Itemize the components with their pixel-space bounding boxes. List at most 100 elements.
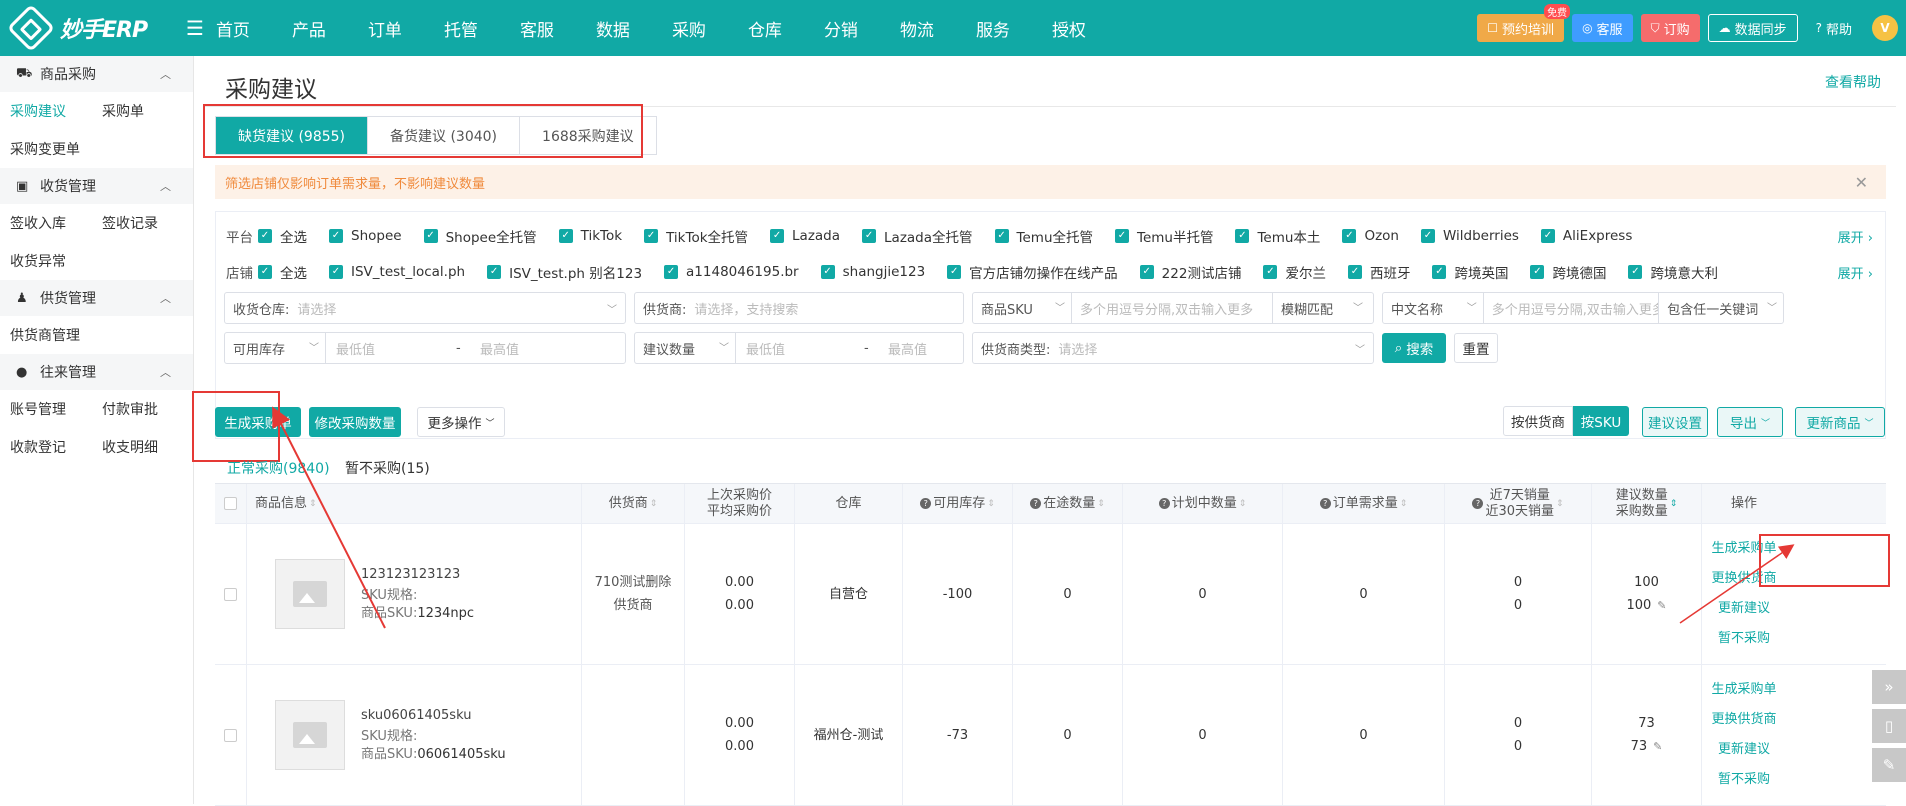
store-checkbox[interactable]: ✓ 222测试店铺 <box>1139 262 1241 282</box>
sku-type-select[interactable]: 商品SKU ﹀ <box>973 299 1071 318</box>
platform-checkbox[interactable]: ✓ Ozon <box>1342 228 1399 244</box>
order-button[interactable]: ⛉ 订购 <box>1640 14 1700 42</box>
platform-checkbox[interactable]: ✓ Lazada <box>770 228 840 244</box>
store-checkbox[interactable]: ✓ ISV_test.ph 别名123 <box>487 262 642 282</box>
col-transit[interactable]: ? 在途数量 ⇕ <box>1013 484 1123 523</box>
row-checkbox[interactable] <box>224 728 237 742</box>
search-button[interactable]: ⌕ 搜索 <box>1382 333 1446 363</box>
sidebar-item[interactable]: 采购变更单 <box>0 139 92 159</box>
group-by-sku-button[interactable]: 按SKU <box>1573 406 1629 436</box>
view-help-link[interactable]: 查看帮助 <box>1825 72 1881 92</box>
tab-normal-purchase[interactable]: 正常采购(9840) <box>227 458 330 486</box>
feedback-icon[interactable]: ✎ <box>1872 748 1906 782</box>
platform-checkbox[interactable]: ✓ Shopee <box>329 228 402 244</box>
reset-button[interactable]: 重置 <box>1454 333 1498 363</box>
edit-icon[interactable]: ✎ <box>1653 740 1662 753</box>
chevron-up-icon[interactable]: ︿ <box>160 290 171 306</box>
sidebar-group-3[interactable]: ● 往来管理 ︿ <box>0 354 193 390</box>
platform-checkbox[interactable]: ✓ Wildberries <box>1420 228 1519 244</box>
training-button[interactable]: ☐ 预约培训 免费 <box>1477 4 1571 42</box>
store-checkbox[interactable]: ✓ shangjie123 <box>820 264 925 280</box>
sidebar-item[interactable]: 收货异常 <box>0 251 92 271</box>
sidebar-group-2[interactable]: ♟ 供货管理 ︿ <box>0 280 193 316</box>
name-search-field[interactable]: 中文名称 ﹀ 多个用逗号分隔,双击输入更多 包含任一关键词 ﹀ <box>1382 292 1784 324</box>
sidebar-item[interactable]: 采购建议 <box>0 101 92 121</box>
nav-item-10[interactable]: 服务 <box>976 16 1010 41</box>
row-op-1[interactable]: 更换供货商 <box>1711 705 1776 735</box>
sidebar-group-1[interactable]: ▣ 收货管理 ︿ <box>0 168 193 204</box>
tab-paused-purchase[interactable]: 暂不采购(15) <box>345 458 430 478</box>
platform-checkbox[interactable]: ✓ Temu半托管 <box>1115 226 1213 246</box>
stock-min-input[interactable]: 最低值 <box>326 339 456 358</box>
close-icon[interactable]: ✕ <box>1855 173 1868 192</box>
name-type-select[interactable]: 中文名称 ﹀ <box>1383 299 1483 318</box>
sku-search-field[interactable]: 商品SKU ﹀ 多个用逗号分隔,双击输入更多 模糊匹配 ﹀ <box>972 292 1374 324</box>
sidebar-item[interactable]: 收支明细 <box>92 437 184 457</box>
row-op-0[interactable]: 生成采购单 <box>1711 675 1776 705</box>
qty-type-select[interactable]: 建议数量 ﹀ <box>635 339 735 358</box>
platform-checkbox[interactable]: ✓ Temu全托管 <box>994 226 1093 246</box>
supplier-select[interactable]: 供货商: 请选择，支持搜索 <box>634 292 964 324</box>
chevron-up-icon[interactable]: ︿ <box>160 364 171 380</box>
update-products-button[interactable]: 更新商品 ﹀ <box>1795 407 1885 437</box>
store-checkbox[interactable]: ✓ 跨境英国 <box>1432 262 1508 282</box>
keyword-mode-select[interactable]: 包含任一关键词 ﹀ <box>1659 299 1783 318</box>
warehouse-select[interactable]: 收货仓库: 请选择 ﹀ <box>224 292 626 324</box>
menu-toggle-icon[interactable]: ☰ <box>186 16 204 40</box>
supplier-type-select[interactable]: 供货商类型: 请选择 ﹀ <box>972 332 1374 364</box>
store-checkbox[interactable]: ✓ 跨境德国 <box>1530 262 1606 282</box>
name-input[interactable]: 多个用逗号分隔,双击输入更多 <box>1484 299 1659 318</box>
stock-max-input[interactable]: 最高值 <box>480 339 600 358</box>
qty-min-input[interactable]: 最低值 <box>736 339 864 358</box>
sidebar-item[interactable]: 收款登记 <box>0 437 92 457</box>
store-checkbox[interactable]: ✓ ISV_test_local.ph <box>329 264 465 280</box>
nav-item-7[interactable]: 仓库 <box>748 16 782 41</box>
nav-item-1[interactable]: 产品 <box>292 16 326 41</box>
expand-stores-link[interactable]: 展开 › <box>1838 263 1873 282</box>
sidebar-item[interactable]: 签收记录 <box>92 213 184 233</box>
col-stock[interactable]: ? 可用库存 ⇕ <box>903 484 1013 523</box>
chevron-up-icon[interactable]: ︿ <box>160 178 171 194</box>
help-button[interactable]: ? 帮助 <box>1806 14 1862 42</box>
sidebar-item[interactable]: 采购单 <box>92 101 184 121</box>
collapse-icon[interactable]: » <box>1872 670 1906 704</box>
platform-checkbox[interactable]: ✓ TikTok <box>558 228 622 244</box>
service-button[interactable]: ◎ 客服 <box>1572 14 1633 42</box>
suggestion-settings-button[interactable]: 建议设置 <box>1642 407 1708 437</box>
sidebar-group-0[interactable]: ⛟ 商品采购 ︿ <box>0 56 193 92</box>
group-by-supplier-button[interactable]: 按供货商 <box>1503 406 1573 436</box>
match-mode-select[interactable]: 模糊匹配 ﹀ <box>1273 299 1369 318</box>
qty-range-field[interactable]: 建议数量 ﹀ 最低值 - 最高值 <box>634 332 964 364</box>
nav-item-11[interactable]: 授权 <box>1052 16 1086 41</box>
platform-checkbox[interactable]: ✓ Lazada全托管 <box>862 226 973 246</box>
nav-item-6[interactable]: 采购 <box>672 16 706 41</box>
nav-item-2[interactable]: 订单 <box>368 16 402 41</box>
purchase-qty[interactable]: 100 <box>1626 598 1651 613</box>
nav-item-0[interactable]: 首页 <box>216 16 250 41</box>
nav-item-8[interactable]: 分销 <box>824 16 858 41</box>
sidebar-item[interactable]: 签收入库 <box>0 213 92 233</box>
logo[interactable]: 妙手ERP <box>6 3 164 53</box>
stock-range-field[interactable]: 可用库存 ﹀ 最低值 - 最高值 <box>224 332 626 364</box>
stock-type-select[interactable]: 可用库存 ﹀ <box>225 339 325 358</box>
store-checkbox[interactable]: ✓ 爱尔兰 <box>1263 262 1326 282</box>
col-demand[interactable]: ? 订单需求量 ⇕ <box>1283 484 1445 523</box>
export-button[interactable]: 导出 ﹀ <box>1717 407 1783 437</box>
expand-platforms-link[interactable]: 展开 › <box>1838 227 1873 246</box>
row-op-3[interactable]: 暂不采购 <box>1718 624 1770 654</box>
chevron-up-icon[interactable]: ︿ <box>160 66 171 82</box>
col-qty[interactable]: 建议数量 采购数量 ⇕ <box>1592 484 1702 523</box>
avatar[interactable]: V <box>1872 15 1898 41</box>
platform-checkbox[interactable]: ✓ AliExpress <box>1540 228 1632 244</box>
col-supplier[interactable]: 供货商 ⇕ <box>582 484 685 523</box>
more-actions-button[interactable]: 更多操作 ﹀ <box>417 407 505 437</box>
platform-checkbox[interactable]: ✓ 全选 <box>258 226 307 246</box>
store-checkbox[interactable]: ✓ 西班牙 <box>1347 262 1410 282</box>
row-op-2[interactable]: 更新建议 <box>1718 735 1770 765</box>
store-checkbox[interactable]: ✓ 全选 <box>258 262 307 282</box>
sku-input[interactable]: 多个用逗号分隔,双击输入更多 <box>1072 299 1272 318</box>
row-op-3[interactable]: 暂不采购 <box>1718 765 1770 795</box>
nav-item-9[interactable]: 物流 <box>900 16 934 41</box>
sidebar-item[interactable]: 账号管理 <box>0 399 92 419</box>
row-op-2[interactable]: 更新建议 <box>1718 594 1770 624</box>
